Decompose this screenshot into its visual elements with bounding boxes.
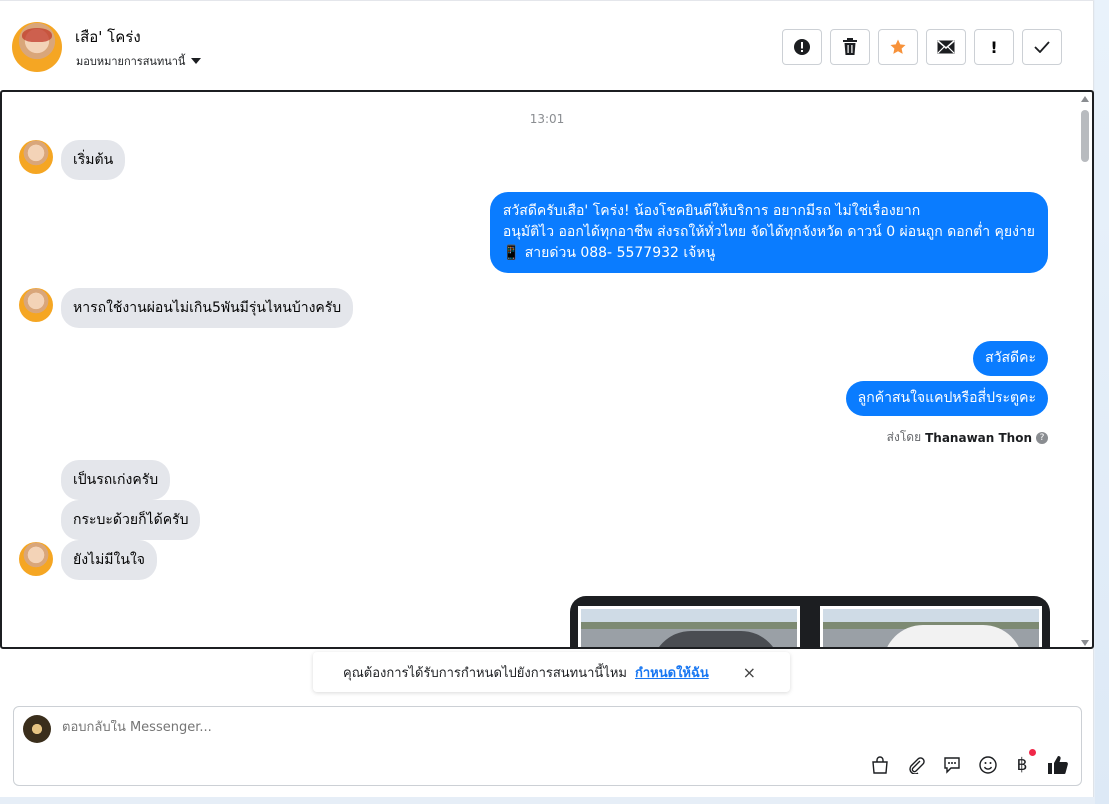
message-line: อนุมัติไว ออกได้ทุกอาชีพ ส่งรถให้ทั่วไทย… <box>502 224 1035 240</box>
baht-icon[interactable]: ฿ <box>1010 753 1034 777</box>
paperclip-icon[interactable] <box>904 753 928 777</box>
trash-icon <box>843 38 857 55</box>
car-photo[interactable] <box>578 606 800 647</box>
sender-avatar <box>19 140 53 174</box>
incoming-message[interactable]: กระบะด้วยก็ได้ครับ <box>61 500 201 540</box>
scrollbar[interactable] <box>1080 96 1090 646</box>
incoming-message[interactable]: เริ่มต้น <box>61 140 126 180</box>
conversation-panel: เสือ' โคร่ง มอบหมายการสนทนานี้ ! 13:01 เ… <box>0 0 1094 797</box>
assign-dropdown[interactable]: มอบหมายการสนทนานี้ <box>76 52 202 70</box>
message-line: สวัสดีครับเสือ' โคร่ง! น้องโชคยินดีให้บร… <box>502 203 921 219</box>
reply-input[interactable] <box>62 720 662 735</box>
message-timestamp: 13:01 <box>529 112 565 126</box>
sender-avatar <box>19 288 53 322</box>
thumbs-up-icon[interactable] <box>1046 753 1070 777</box>
page-avatar <box>23 715 51 743</box>
conversation-header: เสือ' โคร่ง มอบหมายการสนทนานี้ ! <box>0 0 1094 90</box>
check-icon <box>1034 41 1050 53</box>
close-icon[interactable]: × <box>743 663 756 682</box>
follow-up-button[interactable]: ! <box>974 29 1014 65</box>
envelope-icon <box>937 40 955 54</box>
mark-unread-button[interactable] <box>926 29 966 65</box>
exclamation-icon: ! <box>990 37 998 57</box>
outgoing-message[interactable]: ลูกค้าสนใจแคปหรือสี่ประตูคะ <box>845 381 1048 416</box>
assign-suggestion-banner: คุณต้องการได้รับการกำหนดไปยังการสนทนานี้… <box>313 652 790 692</box>
suggestion-text: คุณต้องการได้รับการกำหนดไปยังการสนทนานี้… <box>343 665 627 681</box>
smiley-icon[interactable] <box>976 753 1000 777</box>
incoming-message[interactable]: เป็นรถเก่งครับ <box>61 460 171 500</box>
scroll-thumb[interactable] <box>1081 110 1089 162</box>
bag-icon[interactable] <box>868 753 892 777</box>
mark-spam-button[interactable] <box>782 29 822 65</box>
star-button[interactable] <box>878 29 918 65</box>
image-attachment-card[interactable] <box>570 596 1050 647</box>
reply-composer: ฿ <box>13 706 1082 786</box>
incoming-message[interactable]: หารถใช้งานผ่อนไม่เกิน5พันมีรุ่นไหนบ้างคร… <box>61 288 354 328</box>
scroll-up-icon[interactable] <box>1081 96 1089 102</box>
outgoing-message[interactable]: สวัสดีครับเสือ' โคร่ง! น้องโชคยินดีให้บร… <box>489 192 1048 273</box>
contact-name[interactable]: เสือ' โคร่ง <box>75 25 141 49</box>
scroll-down-icon[interactable] <box>1081 640 1089 646</box>
mark-done-button[interactable] <box>1022 29 1062 65</box>
sent-by-label: ส่งโดย Thanawan Thon ? <box>887 428 1048 447</box>
sent-by-prefix: ส่งโดย <box>886 430 922 444</box>
contact-avatar[interactable] <box>12 22 62 72</box>
help-icon[interactable]: ? <box>1036 431 1048 444</box>
car-photo[interactable] <box>820 606 1042 647</box>
background-strip <box>1095 0 1109 804</box>
outgoing-message[interactable]: สวัสดีคะ <box>973 341 1048 376</box>
notification-dot <box>1029 749 1036 756</box>
delete-button[interactable] <box>830 29 870 65</box>
star-icon <box>890 39 906 54</box>
sent-by-name: Thanawan Thon <box>925 430 1032 445</box>
message-line: 📱 สายด่วน 088- 5577932 เจ้หนู <box>502 245 716 261</box>
message-thread[interactable]: 13:01 เริ่มต้น สวัสดีครับเสือ' โคร่ง! น้… <box>0 90 1094 649</box>
assign-to-me-link[interactable]: กำหนดให้ฉัน <box>635 662 709 683</box>
incoming-message[interactable]: ยังไม่มีในใจ <box>61 540 157 580</box>
caret-down-icon <box>191 58 202 64</box>
chat-bubble-icon[interactable] <box>940 753 964 777</box>
assign-label: มอบหมายการสนทนานี้ <box>76 55 186 68</box>
exclamation-circle-icon <box>794 39 810 55</box>
sender-avatar <box>19 542 53 576</box>
